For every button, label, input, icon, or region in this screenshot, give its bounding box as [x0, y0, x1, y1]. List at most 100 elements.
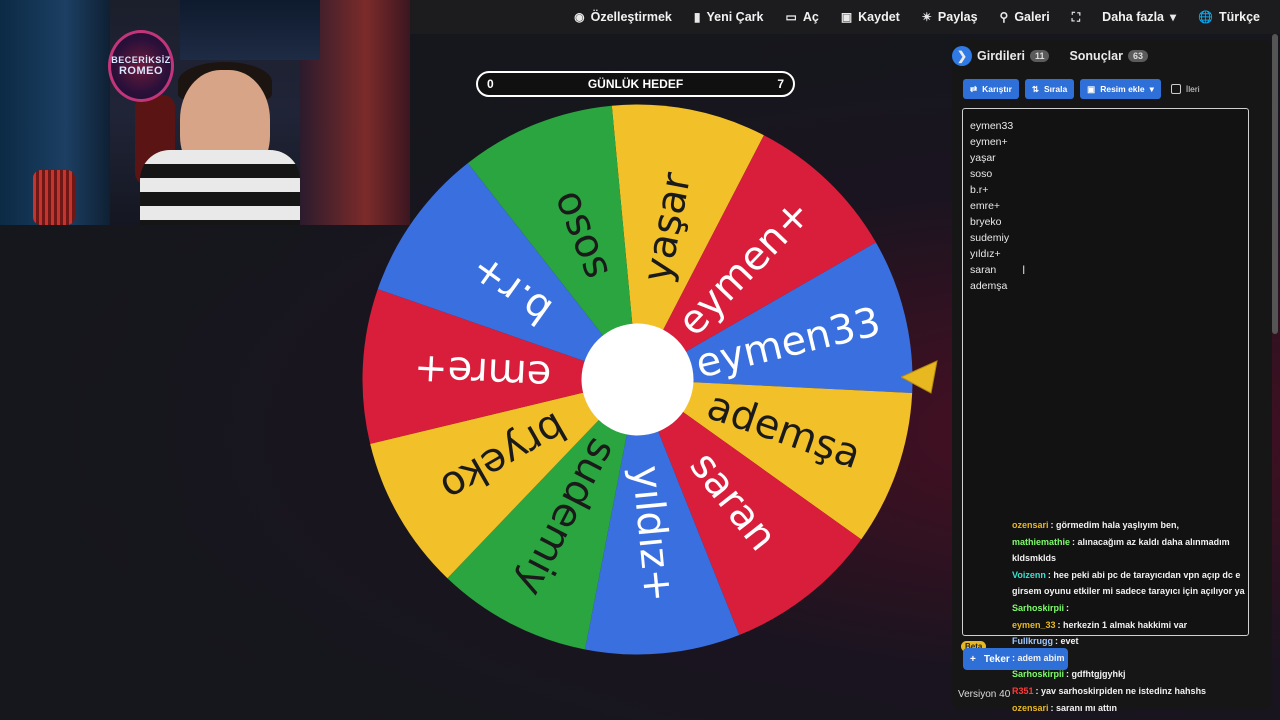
chat-text: kldsmklds	[1012, 553, 1057, 564]
nav-more-label: Daha fazla	[1102, 10, 1165, 24]
nav-open[interactable]: ▭ Aç	[785, 10, 818, 24]
plus-icon: +	[970, 653, 976, 665]
add-image-button[interactable]: ▣ Resim ekle ▾	[1080, 79, 1161, 99]
daily-goal-bar: 0 GÜNLÜK HEDEF 7	[476, 71, 795, 97]
chat-message: eymen_33: herkezin 1 almak hakkimi var	[1012, 617, 1280, 634]
chat-username: ozensari	[1012, 520, 1049, 530]
nav-language-label: Türkçe	[1219, 10, 1260, 24]
chat-message: ozensari: görmedim hala yaşlıyım ben,	[1012, 517, 1280, 534]
fullscreen-icon: ⛶	[1071, 9, 1081, 24]
goal-right-value: 7	[777, 77, 784, 91]
shuffle-label: Karıştır	[982, 84, 1012, 94]
nav-share-label: Paylaş	[937, 10, 978, 24]
checkbox-box[interactable]	[1170, 84, 1181, 94]
sort-button[interactable]: ⇅ Sırala	[1024, 79, 1075, 99]
chat-message: Fullkrugg: evet	[1012, 633, 1280, 650]
wheel-action-label: Teker	[983, 653, 1010, 665]
entry-line: yaşar	[970, 152, 996, 164]
tab-entries[interactable]: ❯ Girdileri 11	[952, 46, 1050, 66]
entry-line: b.r+	[970, 184, 989, 196]
entry-line: yıldız+	[970, 248, 1001, 260]
add-image-label: Resim ekle	[1100, 84, 1145, 94]
nav-fullscreen[interactable]: ⛶	[1072, 10, 1080, 25]
goal-left-value: 0	[487, 77, 494, 91]
nav-gallery[interactable]: ⚲ Galeri	[1000, 10, 1050, 24]
chat-text: : saranı mı attın	[1050, 702, 1118, 713]
page-scrollbar[interactable]	[1272, 34, 1278, 334]
chat-username: ozensari	[1012, 702, 1049, 713]
entry-line: eymen33	[970, 120, 1014, 132]
nav-open-label: Aç	[802, 10, 819, 24]
logo-line1: BECERİKSİZ	[111, 55, 171, 65]
goal-title: GÜNLÜK HEDEF	[587, 77, 684, 91]
chevron-down-icon: ▾	[1149, 83, 1154, 94]
chat-username: Fullkrugg	[1012, 636, 1053, 647]
entry-line: sudemiy	[970, 232, 1010, 244]
chat-message: R351: yav sarhoskirpiden ne istedinz hah…	[1012, 683, 1280, 700]
wheel-segment-label: emre+	[413, 346, 552, 399]
chat-username: Sarhoskirpii	[1012, 602, 1065, 613]
chevron-down-icon: ▾	[1170, 10, 1177, 24]
collapse-chevron-icon[interactable]: ❯	[952, 46, 972, 66]
wheel-center-hub[interactable]	[581, 323, 694, 436]
share-icon: ✴	[921, 10, 932, 24]
chat-text: : gdfhtgjgyhkj	[1066, 669, 1126, 680]
nav-language[interactable]: 🌐 Türkçe	[1198, 10, 1260, 24]
logo-line2: ROMEO	[118, 65, 164, 77]
search-icon: ⚲	[999, 10, 1009, 24]
streamer-shirt	[140, 150, 300, 225]
entry-line: soso	[970, 168, 993, 180]
save-icon: ▣	[840, 10, 853, 24]
nav-share[interactable]: ✴ Paylaş	[922, 10, 978, 24]
text-cursor-icon: I	[1022, 263, 1026, 277]
globe-icon: 🌐	[1198, 10, 1213, 24]
nav-save-label: Kaydet	[858, 10, 900, 24]
nav-more[interactable]: Daha fazla ▾	[1102, 10, 1176, 24]
tab-results[interactable]: Sonuçlar 63	[1069, 49, 1148, 63]
chat-message: Voizenn: hee peki abi pc de tarayıcıdan …	[1012, 567, 1280, 584]
chat-message: ozensari: saranı mı attın	[1012, 700, 1280, 717]
tab-entries-count: 11	[1029, 50, 1050, 62]
chat-username: Sarhoskirpii	[1012, 669, 1065, 680]
chat-username: R351	[1012, 685, 1034, 696]
shuffle-icon: ⇄	[970, 83, 978, 94]
speaker	[33, 170, 75, 225]
file-icon: ▮	[693, 10, 701, 24]
folder-open-icon: ▭	[785, 10, 797, 24]
shelf	[180, 0, 320, 60]
chat-username: Voizenn	[1012, 569, 1046, 580]
wheel-pointer-icon	[901, 360, 938, 394]
entry-line: ademşa	[970, 280, 1008, 292]
palette-icon: ◉	[574, 10, 585, 24]
entry-line: eymen+	[970, 136, 1008, 148]
chat-text: girsem oyunu etkiler mi sadece tarayıcı …	[1012, 586, 1245, 597]
spin-wheel[interactable]: yaşar eymen+ eymen33 ademşa saran yıldız+ sude…	[360, 102, 915, 657]
wheel-svg[interactable]: yaşareymen+eymen33ademşasaranyıldız+sude…	[360, 102, 915, 657]
chat-text: : görmedim hala yaşlıyım ben,	[1050, 520, 1180, 530]
chat-text: : herkezin 1 almak hakkimi var	[1057, 619, 1188, 630]
nav-new-wheel[interactable]: ▮ Yeni Çark	[694, 10, 764, 24]
stream-chat-overlay: ozensari: görmedim hala yaşlıyım ben, mat…	[1012, 517, 1280, 716]
sort-label: Sırala	[1044, 84, 1068, 94]
shuffle-button[interactable]: ⇄ Karıştır	[963, 79, 1019, 99]
chat-message: mathiemathie: alınacağım az kaldı daha a…	[1012, 534, 1280, 551]
advanced-checkbox[interactable]: İleri	[1170, 84, 1200, 94]
chat-text: : alınacağım az kaldı daha alınmadım	[1072, 536, 1230, 547]
chat-text: : hee peki abi pc de tarayıcıdan vpn açı…	[1047, 569, 1241, 580]
chat-text: : adem abim	[1012, 652, 1065, 663]
version-label: Versiyon 40	[958, 689, 1011, 700]
nav-new-wheel-label: Yeni Çark	[706, 10, 764, 24]
streamer-logo: BECERİKSİZ ROMEO	[108, 30, 174, 102]
image-icon: ▣	[1087, 83, 1096, 94]
panel-tabs: ❯ Girdileri 11 Sonuçlar 63	[952, 44, 1148, 68]
entry-line: bryeko	[970, 216, 1002, 228]
top-nav-bar: ◉ Özelleştirmek ▮ Yeni Çark ▭ Aç ▣ Kayde…	[410, 0, 1280, 34]
nav-save[interactable]: ▣ Kaydet	[841, 10, 900, 24]
chat-message: kldsmklds	[1012, 550, 1280, 567]
chat-message: Sarhoskirpii: gdfhtgjgyhkj	[1012, 666, 1280, 683]
tab-entries-label: Girdileri	[977, 49, 1025, 63]
chat-text: : yav sarhoskirpiden ne istedinz hahshs	[1035, 685, 1207, 696]
nav-customize[interactable]: ◉ Özelleştirmek	[574, 10, 672, 24]
nav-customize-label: Özelleştirmek	[590, 10, 672, 24]
entry-line: saran	[970, 264, 997, 276]
